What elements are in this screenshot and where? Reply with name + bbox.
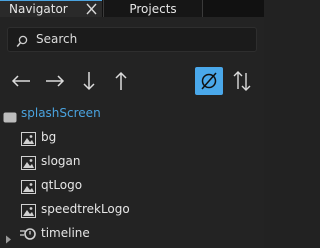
tab-navigator[interactable]: Navigator (0, 0, 102, 17)
tree-item-label: splashScreen (21, 106, 101, 120)
arrow-left-icon (8, 67, 36, 95)
tree-item[interactable]: timeline (0, 223, 264, 245)
move-down-button[interactable] (75, 67, 103, 95)
move-up-button[interactable] (107, 67, 135, 95)
tab-projects-label: Projects (129, 1, 177, 16)
image-icon (21, 131, 36, 150)
arrow-up-icon (107, 67, 135, 95)
image-icon (21, 179, 36, 198)
navigator-panel: Navigator Projects Search splashScreen b… (0, 0, 264, 248)
filter-hidden-icon (195, 67, 223, 95)
tree-item[interactable]: speedtrekLogo (0, 199, 264, 221)
search-icon (16, 33, 28, 47)
tree-item-label: qtLogo (41, 178, 83, 192)
tree-item-root[interactable]: splashScreen (0, 103, 264, 125)
tree-item-label: speedtrekLogo (41, 202, 130, 216)
search-placeholder: Search (36, 32, 78, 46)
component-icon (3, 108, 17, 127)
move-right-button[interactable] (41, 67, 69, 95)
tab-projects[interactable]: Projects (103, 0, 203, 17)
tree-item[interactable]: slogan (0, 151, 264, 173)
chevron-right-icon[interactable] (5, 229, 12, 248)
tab-navigator-label: Navigator (9, 2, 68, 16)
image-icon (21, 203, 36, 222)
arrow-down-icon (75, 67, 103, 95)
image-icon (21, 155, 36, 174)
move-left-button[interactable] (8, 67, 36, 95)
tab-bar: Navigator Projects (0, 0, 264, 17)
timeline-icon (19, 226, 37, 246)
sort-button[interactable] (228, 67, 256, 95)
tree-item[interactable]: bg (0, 127, 264, 149)
close-icon[interactable] (85, 2, 98, 16)
arrow-right-icon (41, 67, 69, 95)
tree-item[interactable]: qtLogo (0, 175, 264, 197)
tree-item-label: slogan (41, 154, 81, 168)
sort-icon (228, 67, 256, 95)
tree-item-label: bg (41, 130, 57, 144)
search-input[interactable]: Search (7, 27, 257, 52)
tree-item-label: timeline (41, 226, 90, 240)
filter-hidden-button[interactable] (195, 67, 223, 95)
